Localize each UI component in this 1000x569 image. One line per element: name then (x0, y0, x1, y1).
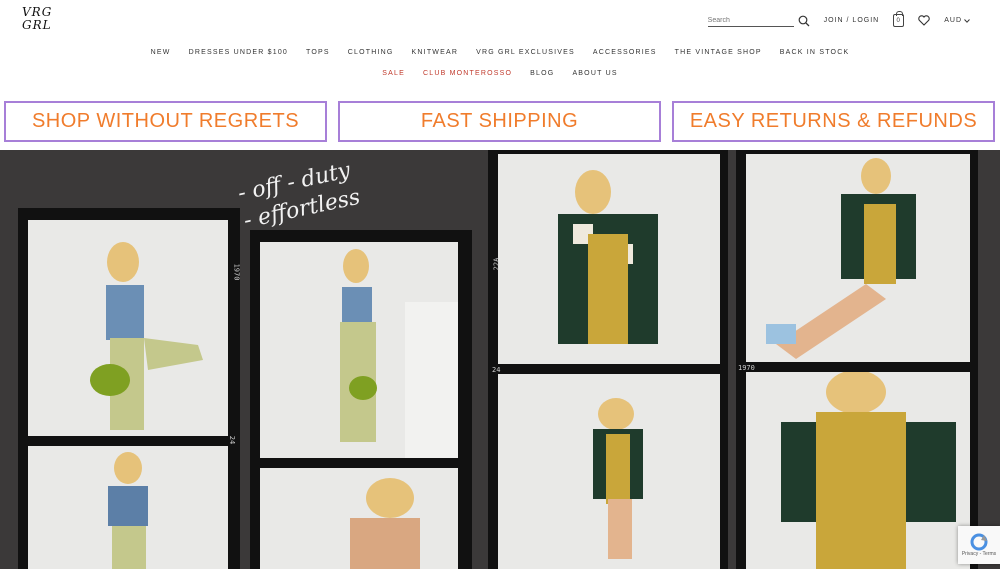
recaptcha-badge[interactable]: Privacy - Terms (958, 526, 1000, 564)
film-strip-2 (250, 230, 472, 569)
photo-model-green-plaid (28, 220, 228, 436)
nav-dresses-under-100[interactable]: DRESSES UNDER $100 (180, 49, 297, 56)
promo-bar: SHOP WITHOUT REGRETS FAST SHIPPING EASY … (4, 101, 995, 142)
nav-vintage-shop[interactable]: THE VINTAGE SHOP (666, 49, 771, 56)
photo-model-crouching (498, 374, 720, 569)
hero-tagline: - off - duty - effortless (235, 156, 363, 235)
nav-knitwear[interactable]: KNITWEAR (403, 49, 468, 56)
logo-line-2: GRL (22, 18, 52, 32)
nav-vrg-grl-exclusives[interactable]: VRG GRL EXCLUSIVES (467, 49, 584, 56)
nav-clothing[interactable]: CLOTHING (339, 49, 403, 56)
film-strip-1: 1970 24 (18, 208, 240, 569)
film-label: 24 (492, 366, 501, 374)
nav-new[interactable]: NEW (142, 49, 180, 56)
currency-label: AUD (944, 17, 962, 24)
photo-model-closeup (746, 372, 970, 569)
photo-model-back (260, 468, 458, 569)
nav-blog[interactable]: BLOG (521, 70, 563, 77)
cart-icon[interactable]: 0 (893, 11, 905, 27)
promo-shop-without-regrets: SHOP WITHOUT REGRETS (4, 101, 327, 142)
nav-about-us[interactable]: ABOUT US (563, 70, 626, 77)
heart-icon[interactable] (918, 15, 930, 26)
utility-bar: JOIN / LOGIN 0 AUD (707, 11, 970, 27)
chevron-down-icon (964, 18, 970, 23)
nav-club-monterosso[interactable]: CLUB MONTEROSSO (414, 70, 521, 77)
join-login-link[interactable]: JOIN / LOGIN (824, 17, 880, 24)
photo-model-handbag (260, 242, 458, 458)
photo-model-seated (746, 154, 970, 362)
promo-easy-returns: EASY RETURNS & REFUNDS (672, 101, 995, 142)
search-icon[interactable] (798, 15, 810, 27)
film-strip-3: 22A 24 (488, 150, 728, 569)
film-label: 24 (228, 435, 237, 445)
promo-fast-shipping: FAST SHIPPING (338, 101, 661, 142)
film-label: 1970 (232, 263, 241, 281)
hero-banner[interactable]: - off - duty - effortless 1970 24 22A 24… (0, 150, 1000, 569)
nav-sale[interactable]: SALE (373, 70, 414, 77)
film-strip-4: 1970 (736, 150, 978, 569)
nav-back-in-stock[interactable]: BACK IN STOCK (771, 49, 859, 56)
nav-accessories[interactable]: ACCESSORIES (584, 49, 666, 56)
photo-model-sunset-top (28, 446, 228, 569)
secondary-nav: SALE CLUB MONTEROSSO BLOG ABOUT US (0, 70, 1000, 77)
search-input[interactable] (707, 14, 794, 27)
brand-logo[interactable]: VRG GRL (22, 6, 52, 32)
search-box (707, 14, 810, 27)
recaptcha-label: Privacy - Terms (961, 551, 997, 557)
recaptcha-icon (970, 533, 988, 551)
film-label: 1970 (738, 364, 755, 372)
currency-selector[interactable]: AUD (944, 17, 970, 24)
photo-model-checked-shirt (498, 154, 720, 364)
nav-tops[interactable]: TOPS (297, 49, 339, 56)
cart-count: 0 (896, 17, 901, 24)
primary-nav: NEW DRESSES UNDER $100 TOPS CLOTHING KNI… (0, 49, 1000, 56)
film-label: 22A (492, 257, 501, 271)
